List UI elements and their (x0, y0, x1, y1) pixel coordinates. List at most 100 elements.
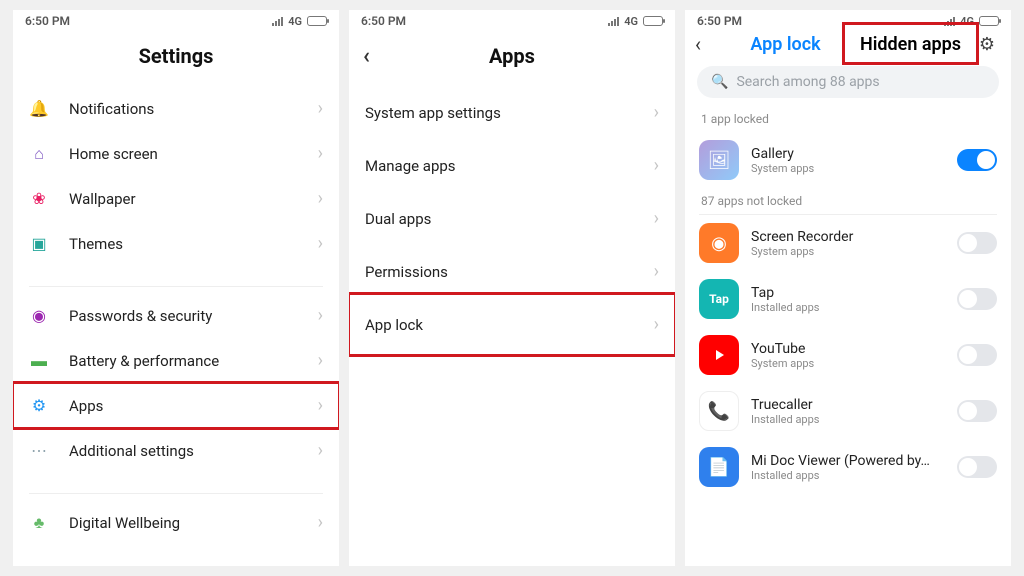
clock: 6:50 PM (361, 14, 406, 28)
signal-icon (944, 17, 955, 26)
row-label: Dual apps (365, 210, 654, 228)
chevron-right-icon: › (654, 102, 659, 123)
row-icon: ♣ (29, 513, 49, 533)
network-label: 4G (624, 15, 638, 28)
section-unlocked: 87 apps not locked (685, 188, 1011, 214)
app-name: YouTube (751, 341, 931, 357)
clock: 6:50 PM (25, 14, 70, 28)
row-label: Themes (69, 235, 318, 253)
row-icon: ⋯ (29, 441, 49, 461)
row-label: Additional settings (69, 442, 318, 460)
app-row-screen-recorder[interactable]: ◉ Screen Recorder System apps (685, 215, 1011, 271)
settings-row-additional-settings[interactable]: ⋯ Additional settings › (13, 428, 339, 473)
app-icon: 📄 (699, 447, 739, 487)
page-title: Apps (489, 44, 535, 68)
app-category: System apps (751, 162, 957, 175)
row-icon: ▣ (29, 234, 49, 254)
app-row-truecaller[interactable]: 📞 Truecaller Installed apps (685, 383, 1011, 439)
row-label: Notifications (69, 100, 318, 118)
chevron-right-icon: › (318, 395, 323, 416)
settings-row-home-screen[interactable]: ⌂ Home screen › (13, 131, 339, 176)
three-phones-row: 6:50 PM 4G Settings 🔔 Notifications › ⌂ … (13, 10, 1011, 566)
settings-row-themes[interactable]: ▣ Themes › (13, 221, 339, 266)
app-name: Screen Recorder (751, 229, 931, 245)
row-icon: ⌂ (29, 144, 49, 164)
chevron-right-icon: › (318, 512, 323, 533)
network-label: 4G (288, 15, 302, 28)
app-name: Mi Doc Viewer (Powered by… (751, 453, 931, 469)
app-icon: 📞 (699, 391, 739, 431)
section-locked: 1 app locked (685, 106, 1011, 132)
page-title-bar: ‹ Apps (349, 28, 675, 86)
lock-toggle[interactable] (957, 149, 997, 171)
app-category: System apps (751, 357, 957, 370)
tab-hidden-apps[interactable]: Hidden apps (848, 34, 973, 55)
app-row-gallery[interactable]: 🖼 Gallery System apps (685, 132, 1011, 188)
chevron-right-icon: › (654, 261, 659, 282)
tab-bar: ‹ App lock Hidden apps ⚙ (685, 28, 1011, 66)
app-icon: 🖼 (699, 140, 739, 180)
status-bar: 6:50 PM 4G (349, 10, 675, 28)
apps-row-permissions[interactable]: Permissions › (349, 245, 675, 298)
app-icon (699, 335, 739, 375)
chevron-right-icon: › (318, 350, 323, 371)
settings-row-wallpaper[interactable]: ❀ Wallpaper › (13, 176, 339, 221)
app-category: Installed apps (751, 413, 957, 426)
lock-toggle[interactable] (957, 400, 997, 422)
app-name: Truecaller (751, 397, 931, 413)
screen-applock: 6:50 PM 4G ‹ App lock Hidden apps ⚙ 🔍 Se… (685, 10, 1011, 566)
settings-row-apps[interactable]: ⚙ Apps › (13, 383, 339, 428)
battery-icon (307, 16, 327, 26)
lock-toggle[interactable] (957, 232, 997, 254)
settings-row-notifications[interactable]: 🔔 Notifications › (13, 86, 339, 131)
clock: 6:50 PM (697, 14, 742, 28)
app-icon: Tap (699, 279, 739, 319)
row-icon: ▬ (29, 351, 49, 371)
chevron-right-icon: › (654, 155, 659, 176)
status-bar: 6:50 PM 4G (13, 10, 339, 28)
settings-row-battery-performance[interactable]: ▬ Battery & performance › (13, 338, 339, 383)
settings-row-passwords-security[interactable]: ◉ Passwords & security › (13, 293, 339, 338)
app-category: System apps (751, 245, 957, 258)
gear-icon[interactable]: ⚙ (973, 34, 1001, 55)
lock-toggle[interactable] (957, 344, 997, 366)
network-label: 4G (960, 15, 974, 28)
status-bar: 6:50 PM 4G (685, 10, 1011, 28)
row-label: Digital Wellbeing (69, 514, 318, 532)
app-category: Installed apps (751, 301, 957, 314)
row-icon: ⚙ (29, 396, 49, 416)
chevron-right-icon: › (318, 98, 323, 119)
app-name: Gallery (751, 146, 931, 162)
app-row-mi-doc-viewer-powered-by-[interactable]: 📄 Mi Doc Viewer (Powered by… Installed a… (685, 439, 1011, 495)
lock-toggle[interactable] (957, 456, 997, 478)
chevron-right-icon: › (318, 188, 323, 209)
settings-row-digital-wellbeing[interactable]: ♣ Digital Wellbeing › (13, 500, 339, 545)
app-category: Installed apps (751, 469, 957, 482)
lock-toggle[interactable] (957, 288, 997, 310)
page-title: Settings (13, 28, 339, 86)
row-label: Apps (69, 397, 318, 415)
row-label: Battery & performance (69, 352, 318, 370)
chevron-right-icon: › (318, 305, 323, 326)
apps-row-app-lock[interactable]: App lock › (349, 298, 675, 351)
app-row-tap[interactable]: Tap Tap Installed apps (685, 271, 1011, 327)
row-label: App lock (365, 316, 654, 334)
screen-apps: 6:50 PM 4G ‹ Apps System app settings › … (349, 10, 675, 566)
row-label: Passwords & security (69, 307, 318, 325)
chevron-right-icon: › (654, 208, 659, 229)
row-label: Wallpaper (69, 190, 318, 208)
app-row-youtube[interactable]: YouTube System apps (685, 327, 1011, 383)
back-icon[interactable]: ‹ (363, 44, 370, 69)
apps-row-system-app-settings[interactable]: System app settings › (349, 86, 675, 139)
tab-app-lock[interactable]: App lock (723, 34, 848, 55)
apps-row-manage-apps[interactable]: Manage apps › (349, 139, 675, 192)
back-icon[interactable]: ‹ (695, 32, 723, 56)
row-label: Home screen (69, 145, 318, 163)
battery-icon (643, 16, 663, 26)
chevron-right-icon: › (318, 233, 323, 254)
search-input[interactable]: 🔍 Search among 88 apps (697, 66, 999, 98)
apps-row-dual-apps[interactable]: Dual apps › (349, 192, 675, 245)
app-icon: ◉ (699, 223, 739, 263)
row-label: System app settings (365, 104, 654, 122)
signal-icon (272, 17, 283, 26)
